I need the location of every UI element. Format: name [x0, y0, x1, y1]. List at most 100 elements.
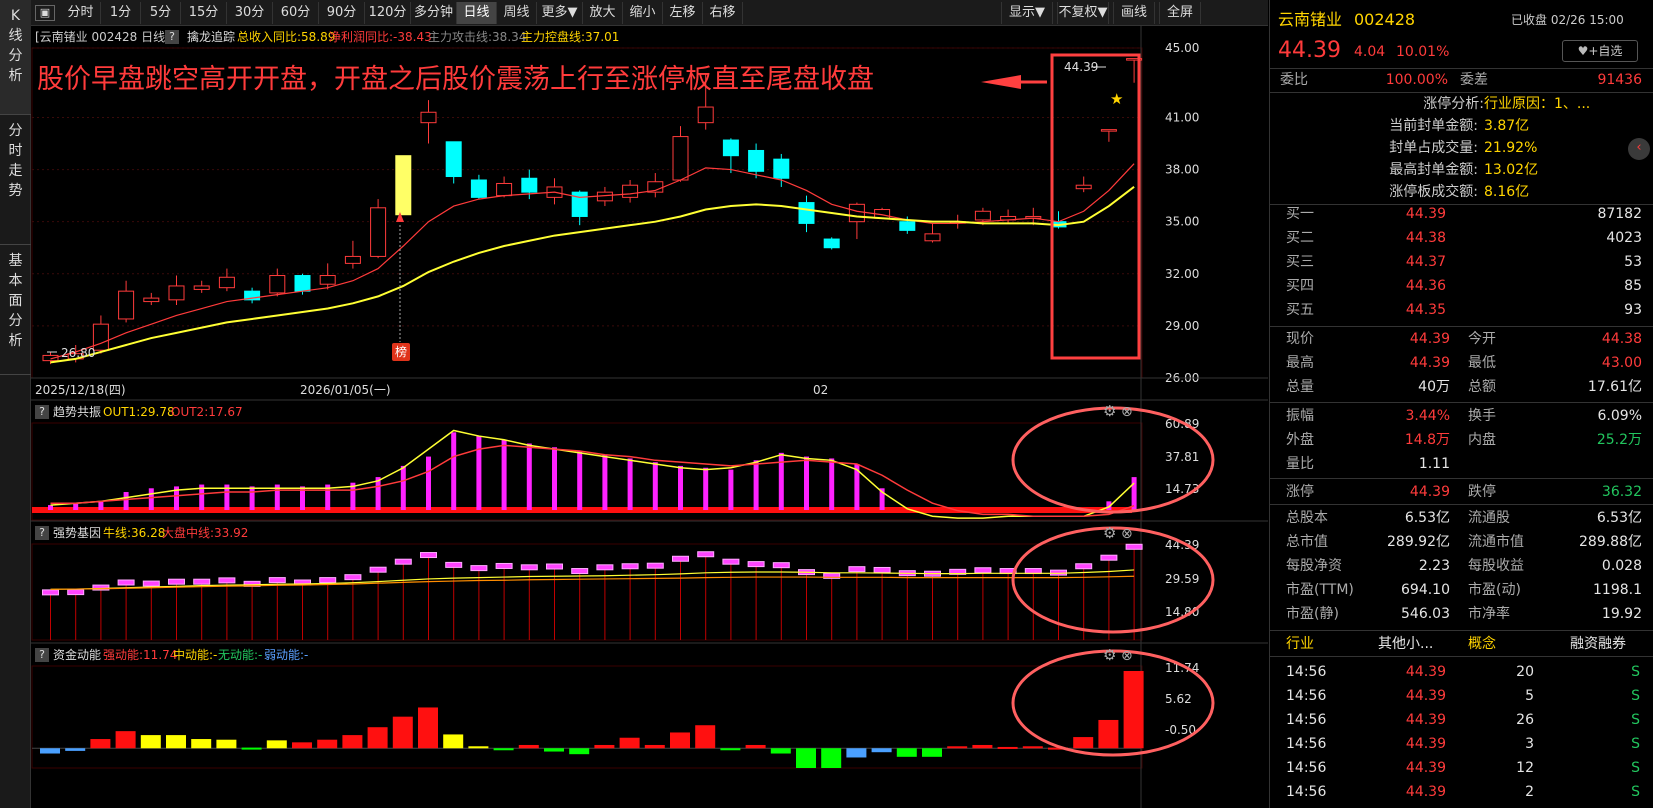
sub3-axis-label: 5.62 [1165, 692, 1192, 706]
stat-label: 今开 [1468, 331, 1496, 347]
annotation-text: 股价早盘跳空高开开盘，开盘之后股价震荡上行至涨停板直至尾盘收盘 [37, 64, 874, 95]
analysis-label: 当前封单金额: [1389, 118, 1478, 134]
sub2-name[interactable]: 强势基因 [53, 522, 101, 544]
sub3-medium: 中动能:- [173, 648, 218, 662]
tab-fundamentals[interactable]: 基本面分析 [0, 245, 31, 375]
bid-volume: 53 [1624, 254, 1642, 270]
momentum-bar [947, 746, 968, 749]
gene-box [1125, 543, 1143, 550]
gene-box [974, 567, 992, 574]
tick-time: 14:56 [1286, 736, 1327, 752]
gene-box [42, 589, 59, 596]
analysis-label: 最高封单金额: [1389, 162, 1478, 178]
momentum-bar [1123, 671, 1144, 749]
industry-value[interactable]: 其他小... [1378, 632, 1433, 656]
tick-price: 44.39 [1405, 712, 1446, 728]
gene-box [142, 580, 160, 587]
sub2-market-line: 大盘中线:33.92 [162, 526, 249, 540]
candle [370, 207, 387, 257]
stat-value: 2.23 [1418, 558, 1450, 574]
gear-icon[interactable]: ⚙ [1103, 646, 1116, 664]
gene-box [445, 561, 463, 568]
tab-intraday[interactable]: 分时走势 [0, 115, 31, 245]
gear-icon[interactable]: ⚙ [1103, 524, 1116, 542]
momentum-bar [1098, 719, 1119, 749]
low-price-label: 26.80 [61, 346, 96, 360]
gene-box [268, 577, 286, 584]
pane-frame [31, 422, 1143, 521]
gene-box [1100, 554, 1118, 561]
trend-bar [48, 505, 53, 510]
trend-bar [73, 503, 79, 510]
trend-bar [249, 486, 255, 510]
gene-box [747, 561, 765, 568]
momentum-bar [40, 748, 60, 754]
gene-box [646, 562, 664, 569]
tick-price: 44.39 [1405, 664, 1446, 680]
tick-side: S [1631, 664, 1640, 680]
sub3-strong: 强动能:11.74 [103, 648, 178, 662]
concept-label[interactable]: 概念 [1468, 632, 1496, 656]
candle [798, 202, 815, 224]
price-change: 4.04 [1354, 44, 1386, 60]
help-icon[interactable]: ? [35, 405, 49, 419]
trend-bar [829, 458, 835, 510]
price-axis-label: 45.00 [1165, 41, 1199, 55]
gene-box [571, 568, 589, 575]
close-icon[interactable]: ⊗ [1121, 648, 1133, 664]
divider [1270, 656, 1653, 657]
momentum-bar [292, 742, 312, 749]
candle [496, 182, 513, 197]
close-icon[interactable]: ⊗ [1121, 404, 1133, 420]
high-price-label: 44.39 [1064, 60, 1099, 74]
collapse-arrow-icon[interactable]: ‹ [1628, 138, 1650, 160]
gene-box [344, 574, 362, 581]
momentum-bar [468, 746, 489, 749]
stat-value: 6.09% [1597, 408, 1642, 424]
gene-box [495, 562, 513, 569]
help-icon[interactable]: ? [35, 648, 49, 662]
add-watchlist-button[interactable]: ♥+自选 [1562, 40, 1638, 62]
tab-kline-analysis[interactable]: K线分析 [0, 0, 31, 115]
bid-diff-label: 委差 [1460, 72, 1488, 88]
candle [218, 276, 235, 289]
trend-bar [552, 447, 557, 510]
candle [748, 149, 765, 172]
stat-label: 市盈(动) [1468, 582, 1521, 598]
price-axis-label: 35.00 [1165, 215, 1199, 229]
candle [344, 255, 361, 264]
help-icon[interactable]: ? [35, 526, 49, 540]
tick-side: S [1631, 784, 1640, 800]
quote-panel: 云南锗业 002428 已收盘 02/26 15:00 44.39 4.04 1… [1269, 0, 1653, 808]
date-label: 2025/12/18(四) [35, 383, 126, 397]
sub3-name[interactable]: 资金动能 [53, 644, 101, 666]
analysis-value: 行业原因：1、... [1484, 96, 1591, 112]
momentum-bar [1022, 746, 1043, 749]
star-icon: ★ [1110, 90, 1123, 108]
gene-box [168, 578, 185, 585]
trend-bar [652, 462, 658, 510]
heart-icon: ♥ [1577, 44, 1589, 58]
stat-label: 市净率 [1468, 606, 1510, 622]
momentum-bar [922, 748, 942, 757]
momentum-bar [191, 739, 212, 749]
stat-label: 流通市值 [1468, 534, 1524, 550]
trend-bar [451, 432, 457, 510]
gear-icon[interactable]: ⚙ [1103, 402, 1116, 420]
trend-bar [804, 456, 809, 510]
stat-value: 43.00 [1601, 355, 1642, 371]
industry-label[interactable]: 行业 [1286, 632, 1314, 656]
momentum-bar [896, 748, 917, 757]
sub1-name[interactable]: 趋势共振 [53, 401, 101, 423]
market-status: 已收盘 02/26 15:00 [1511, 13, 1624, 27]
margin-trading-label[interactable]: 融资融券 [1570, 632, 1626, 656]
candle [395, 155, 412, 216]
gene-box [672, 555, 689, 562]
momentum-bar [266, 740, 287, 749]
analysis-label: 涨停板成交额: [1389, 184, 1478, 200]
ranking-badge[interactable]: 榜 [392, 343, 410, 361]
gene-box [722, 558, 740, 565]
close-icon[interactable]: ⊗ [1121, 526, 1133, 542]
tick-price: 44.39 [1405, 760, 1446, 776]
gene-box [369, 566, 387, 573]
